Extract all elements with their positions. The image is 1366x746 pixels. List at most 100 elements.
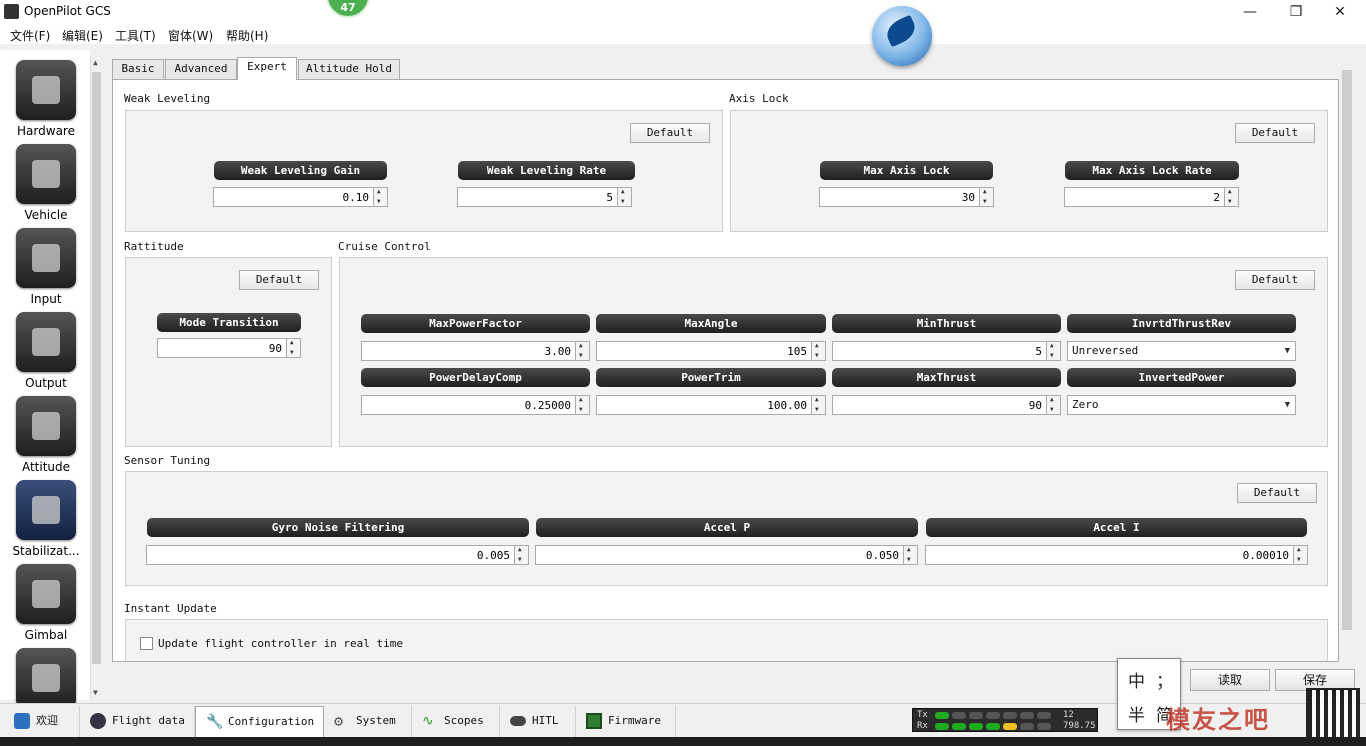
flight-data-icon bbox=[90, 713, 106, 729]
tab-basic[interactable]: Basic bbox=[112, 59, 164, 79]
tab-flight-data[interactable]: Flight data bbox=[80, 706, 195, 737]
tab-advanced[interactable]: Advanced bbox=[165, 59, 237, 79]
max-axis-lock-rate-spinbox[interactable] bbox=[1064, 187, 1239, 207]
scroll-up-icon[interactable]: ▲ bbox=[93, 58, 98, 67]
rattitude-default-button[interactable]: Default bbox=[239, 270, 319, 290]
spin-arrows-icon[interactable] bbox=[812, 395, 826, 415]
cruise-control-default-button[interactable]: Default bbox=[1235, 270, 1315, 290]
tab-system[interactable]: ⚙ System bbox=[324, 706, 412, 737]
spin-arrows-icon[interactable] bbox=[980, 187, 994, 207]
tx-rate: 12 bbox=[1063, 710, 1074, 720]
scroll-down-icon[interactable]: ▼ bbox=[93, 688, 98, 697]
inverted-power-select[interactable]: Zero ▼ bbox=[1067, 395, 1296, 415]
accel-i-input[interactable] bbox=[925, 545, 1294, 565]
maximize-button[interactable]: ❐ bbox=[1276, 2, 1316, 22]
max-axis-lock-spinbox[interactable] bbox=[819, 187, 994, 207]
spin-arrows-icon[interactable] bbox=[374, 187, 388, 207]
spin-arrows-icon[interactable] bbox=[904, 545, 918, 565]
mode-transition-input[interactable] bbox=[157, 338, 287, 358]
sidebar-item-gimbal[interactable]: Gimbal bbox=[4, 558, 88, 642]
spin-arrows-icon[interactable] bbox=[618, 187, 632, 207]
scrollbar-thumb[interactable] bbox=[92, 72, 101, 664]
max-angle-spinbox[interactable] bbox=[596, 341, 826, 361]
spin-arrows-icon[interactable] bbox=[812, 341, 826, 361]
spin-arrows-icon[interactable] bbox=[576, 341, 590, 361]
sidebar-item-stabilization[interactable]: Stabilizat... bbox=[4, 474, 88, 558]
gyro-noise-filtering-input[interactable] bbox=[146, 545, 515, 565]
max-power-factor-spinbox[interactable] bbox=[361, 341, 590, 361]
chevron-down-icon: ▼ bbox=[1284, 400, 1290, 410]
power-delay-comp-input[interactable] bbox=[361, 395, 576, 415]
sidebar-item-hardware[interactable]: Hardware bbox=[4, 54, 88, 138]
spin-arrows-icon[interactable] bbox=[1047, 395, 1061, 415]
gyro-noise-filtering-spinbox[interactable] bbox=[146, 545, 529, 565]
min-thrust-spinbox[interactable] bbox=[832, 341, 1061, 361]
min-thrust-input[interactable] bbox=[832, 341, 1047, 361]
tab-expert[interactable]: Expert bbox=[237, 57, 297, 80]
max-axis-lock-rate-input[interactable] bbox=[1064, 187, 1225, 207]
spin-arrows-icon[interactable] bbox=[515, 545, 529, 565]
rx-led bbox=[935, 723, 949, 730]
power-trim-spinbox[interactable] bbox=[596, 395, 826, 415]
close-button[interactable]: ✕ bbox=[1320, 2, 1360, 22]
max-power-factor-input[interactable] bbox=[361, 341, 576, 361]
cruise-control-group: Default MaxPowerFactor MaxAngle MinThrus… bbox=[339, 257, 1328, 447]
rx-led bbox=[1020, 723, 1034, 730]
tab-scopes[interactable]: ∿ Scopes bbox=[412, 706, 500, 737]
tab-hitl[interactable]: HITL bbox=[500, 706, 576, 737]
menu-help[interactable]: 帮助(H) bbox=[226, 27, 268, 44]
max-thrust-input[interactable] bbox=[832, 395, 1047, 415]
sidebar-item-vehicle[interactable]: Vehicle bbox=[4, 138, 88, 222]
menu-file[interactable]: 文件(F) bbox=[10, 27, 50, 44]
menu-tools[interactable]: 工具(T) bbox=[115, 27, 156, 44]
weak-leveling-default-button[interactable]: Default bbox=[630, 123, 710, 143]
invrtd-thrust-rev-select[interactable]: Unreversed ▼ bbox=[1067, 341, 1296, 361]
weak-leveling-rate-input[interactable] bbox=[457, 187, 618, 207]
spin-arrows-icon[interactable] bbox=[1294, 545, 1308, 565]
max-angle-input[interactable] bbox=[596, 341, 812, 361]
sidebar-item-input[interactable]: Input bbox=[4, 222, 88, 306]
spin-arrows-icon[interactable] bbox=[576, 395, 590, 415]
minimize-button[interactable]: — bbox=[1230, 2, 1270, 22]
tab-welcome[interactable]: 欢迎 bbox=[4, 706, 80, 737]
weak-leveling-gain-spinbox[interactable] bbox=[213, 187, 388, 207]
power-delay-comp-spinbox[interactable] bbox=[361, 395, 590, 415]
spin-arrows-icon[interactable] bbox=[287, 338, 301, 358]
read-button[interactable]: 读取 bbox=[1190, 669, 1270, 691]
mode-transition-spinbox[interactable] bbox=[157, 338, 301, 358]
ime-width[interactable]: 半 bbox=[1128, 701, 1145, 726]
sidebar-scrollbar[interactable]: ▲ ▼ bbox=[90, 56, 102, 700]
inverted-power-value: Zero bbox=[1072, 398, 1099, 411]
accel-p-input[interactable] bbox=[535, 545, 904, 565]
instant-update-group: Update flight controller in real time bbox=[125, 619, 1328, 661]
weak-leveling-rate-spinbox[interactable] bbox=[457, 187, 632, 207]
ime-lang[interactable]: 中 bbox=[1128, 667, 1145, 692]
axis-lock-default-button[interactable]: Default bbox=[1235, 123, 1315, 143]
spin-arrows-icon[interactable] bbox=[1047, 341, 1061, 361]
tab-altitude-hold[interactable]: Altitude Hold bbox=[298, 59, 400, 79]
sensor-tuning-default-button[interactable]: Default bbox=[1237, 483, 1317, 503]
max-thrust-spinbox[interactable] bbox=[832, 395, 1061, 415]
accel-p-spinbox[interactable] bbox=[535, 545, 918, 565]
spin-arrows-icon[interactable] bbox=[1225, 187, 1239, 207]
cruise-control-title: Cruise Control bbox=[338, 240, 431, 253]
ime-punct[interactable]: ； bbox=[1156, 667, 1173, 692]
menu-window[interactable]: 窗体(W) bbox=[168, 27, 213, 44]
tab-configuration[interactable]: 🔧 Configuration bbox=[195, 706, 324, 737]
max-axis-lock-input[interactable] bbox=[819, 187, 980, 207]
stabilization-icon bbox=[16, 480, 76, 540]
panel-scrollbar[interactable] bbox=[1340, 56, 1354, 660]
menu-edit[interactable]: 编辑(E) bbox=[62, 27, 103, 44]
scrollbar-thumb[interactable] bbox=[1342, 70, 1352, 630]
power-trim-input[interactable] bbox=[596, 395, 812, 415]
power-trim-label: PowerTrim bbox=[596, 368, 826, 387]
wrench-icon: 🔧 bbox=[206, 714, 224, 730]
max-power-factor-label: MaxPowerFactor bbox=[361, 314, 590, 333]
realtime-update-checkbox[interactable] bbox=[140, 637, 153, 650]
accel-i-spinbox[interactable] bbox=[925, 545, 1308, 565]
tab-firmware[interactable]: Firmware bbox=[576, 706, 676, 737]
sidebar-item-output[interactable]: Output bbox=[4, 306, 88, 390]
sidebar-item-attitude[interactable]: Attitude bbox=[4, 390, 88, 474]
app-icon bbox=[4, 4, 19, 19]
weak-leveling-gain-input[interactable] bbox=[213, 187, 374, 207]
